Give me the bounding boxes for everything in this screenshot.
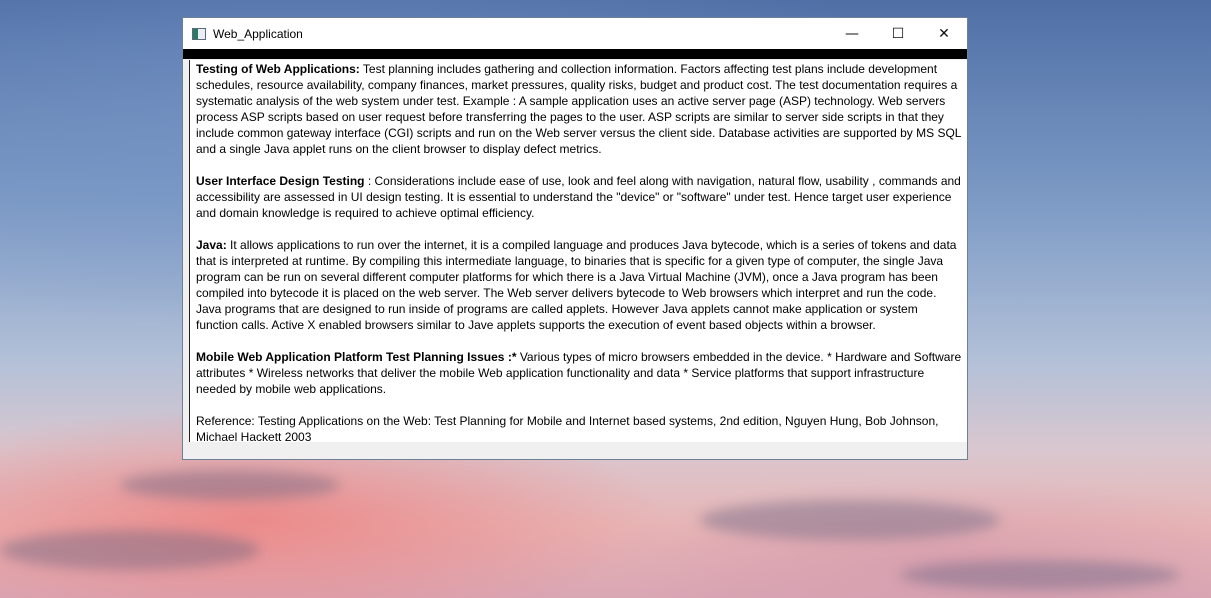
section-body: It allows applications to run over the i…	[196, 238, 957, 332]
section-heading: Java:	[196, 238, 227, 252]
section-body: Test planning includes gathering and col…	[196, 62, 962, 156]
section-java: Java: It allows applications to run over…	[196, 237, 963, 333]
background-cloud	[120, 470, 340, 500]
minimize-icon: —	[845, 25, 859, 42]
background-cloud	[0, 530, 260, 570]
app-window: Web_Application — ☐ ✕ Testing of Web App…	[182, 17, 968, 460]
background-cloud	[900, 560, 1180, 590]
section-web-testing: Testing of Web Applications: Test planni…	[196, 61, 963, 157]
close-button[interactable]: ✕	[921, 18, 967, 49]
section-heading: Mobile Web Application Platform Test Pla…	[196, 350, 517, 364]
section-ui-design: User Interface Design Testing : Consider…	[196, 173, 963, 221]
close-icon: ✕	[938, 25, 950, 42]
maximize-icon: ☐	[891, 25, 905, 42]
title-bar[interactable]: Web_Application — ☐ ✕	[183, 18, 967, 49]
window-controls: — ☐ ✕	[829, 18, 967, 49]
text-content-area[interactable]: Testing of Web Applications: Test planni…	[189, 60, 967, 442]
maximize-button[interactable]: ☐	[875, 18, 921, 49]
section-heading: User Interface Design Testing	[196, 174, 365, 188]
app-icon	[192, 27, 206, 40]
section-heading: Testing of Web Applications:	[196, 62, 360, 76]
reference-text: Reference: Testing Applications on the W…	[196, 414, 939, 442]
header-band	[183, 49, 967, 59]
section-mobile-web: Mobile Web Application Platform Test Pla…	[196, 349, 963, 397]
background-cloud	[700, 500, 1000, 540]
minimize-button[interactable]: —	[829, 18, 875, 49]
window-title: Web_Application	[213, 26, 303, 41]
